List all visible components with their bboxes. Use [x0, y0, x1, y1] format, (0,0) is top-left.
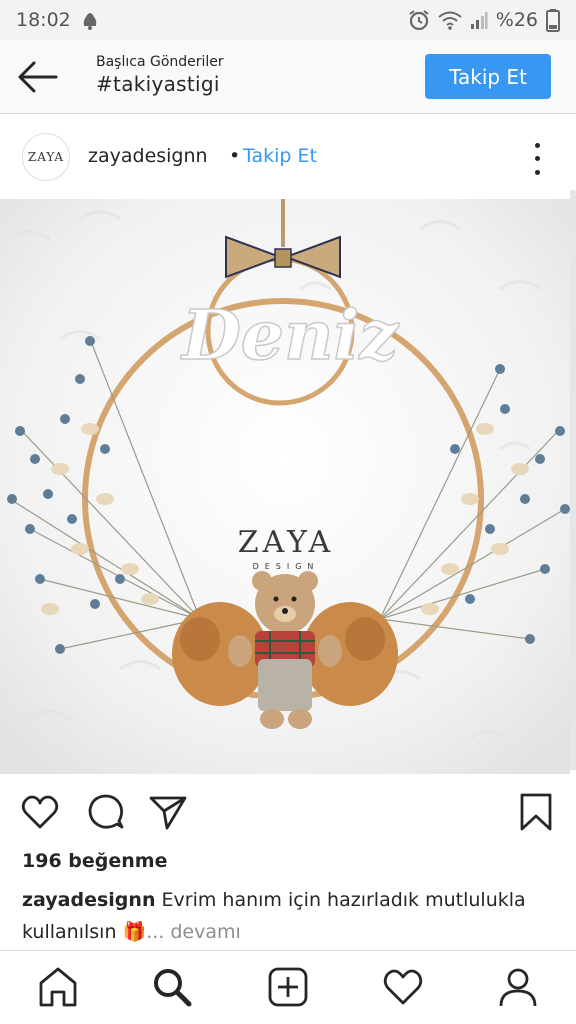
- post-actions: [0, 780, 576, 842]
- status-right: %26: [408, 8, 560, 32]
- app-header: Başlıca Gönderiler #takiyastigi Takip Et: [0, 40, 576, 114]
- more-options-button[interactable]: [526, 139, 548, 179]
- battery-icon: [546, 9, 560, 32]
- battery-level: %26: [495, 9, 538, 31]
- separator-dot: •: [229, 145, 241, 167]
- follow-user-link[interactable]: Takip Et: [243, 145, 317, 167]
- avatar[interactable]: ZAYA: [22, 133, 70, 181]
- back-button[interactable]: [16, 58, 60, 96]
- header-subtitle: Başlıca Gönderiler: [96, 54, 224, 70]
- name-plaque-text: Deniz: [180, 296, 400, 376]
- profile-icon: [499, 968, 537, 1007]
- save-icon: [520, 793, 552, 831]
- caption-more-link[interactable]: ... devamı: [146, 921, 241, 943]
- follow-hashtag-button[interactable]: Takip Et: [425, 54, 551, 99]
- nav-add-post[interactable]: [266, 965, 310, 1009]
- search-icon: [154, 969, 192, 1007]
- post-header: ZAYA zayadesignn • Takip Et: [0, 115, 576, 199]
- nav-activity[interactable]: [381, 965, 425, 1009]
- post-caption: zayadesignn Evrim hanım için hazırladık …: [22, 884, 552, 948]
- like-button[interactable]: [20, 792, 60, 832]
- comment-icon: [88, 794, 124, 829]
- nav-profile[interactable]: [496, 965, 540, 1009]
- bottom-nav: [0, 950, 576, 1024]
- likes-count[interactable]: 196 beğenme: [22, 850, 167, 872]
- save-button[interactable]: [516, 792, 556, 832]
- add-post-icon: [268, 967, 308, 1007]
- hashtag-title: #takiyastigi: [96, 72, 220, 96]
- nav-home[interactable]: [36, 965, 80, 1009]
- alarm-icon: [409, 10, 429, 31]
- like-icon: [21, 795, 59, 829]
- signal-icon: [470, 12, 488, 29]
- post-username[interactable]: zayadesignn: [88, 145, 208, 167]
- notification-icon: [83, 13, 97, 30]
- back-arrow-icon: [18, 61, 58, 93]
- post-image[interactable]: Deniz ZAYA DESIGN: [0, 199, 570, 774]
- scroll-edge: [570, 190, 576, 770]
- header-titles: Başlıca Gönderiler #takiyastigi: [96, 54, 224, 96]
- share-icon: [149, 796, 187, 830]
- wreath-illustration: Deniz ZAYA DESIGN: [0, 199, 570, 774]
- more-dot-icon: [534, 156, 540, 162]
- status-time: 18:02: [16, 9, 71, 31]
- more-dot-icon: [534, 169, 540, 175]
- brand-watermark-sub: DESIGN: [253, 562, 320, 571]
- more-dot-icon: [534, 143, 540, 149]
- activity-icon: [383, 969, 423, 1005]
- nav-search[interactable]: [150, 965, 194, 1009]
- home-icon: [39, 967, 77, 1007]
- status-bar: 18:02 %26: [0, 0, 576, 40]
- caption-username[interactable]: zayadesignn: [22, 889, 155, 911]
- brand-watermark: ZAYA: [238, 525, 334, 560]
- share-button[interactable]: [148, 792, 188, 832]
- comment-button[interactable]: [86, 792, 126, 832]
- wifi-icon: [438, 11, 462, 30]
